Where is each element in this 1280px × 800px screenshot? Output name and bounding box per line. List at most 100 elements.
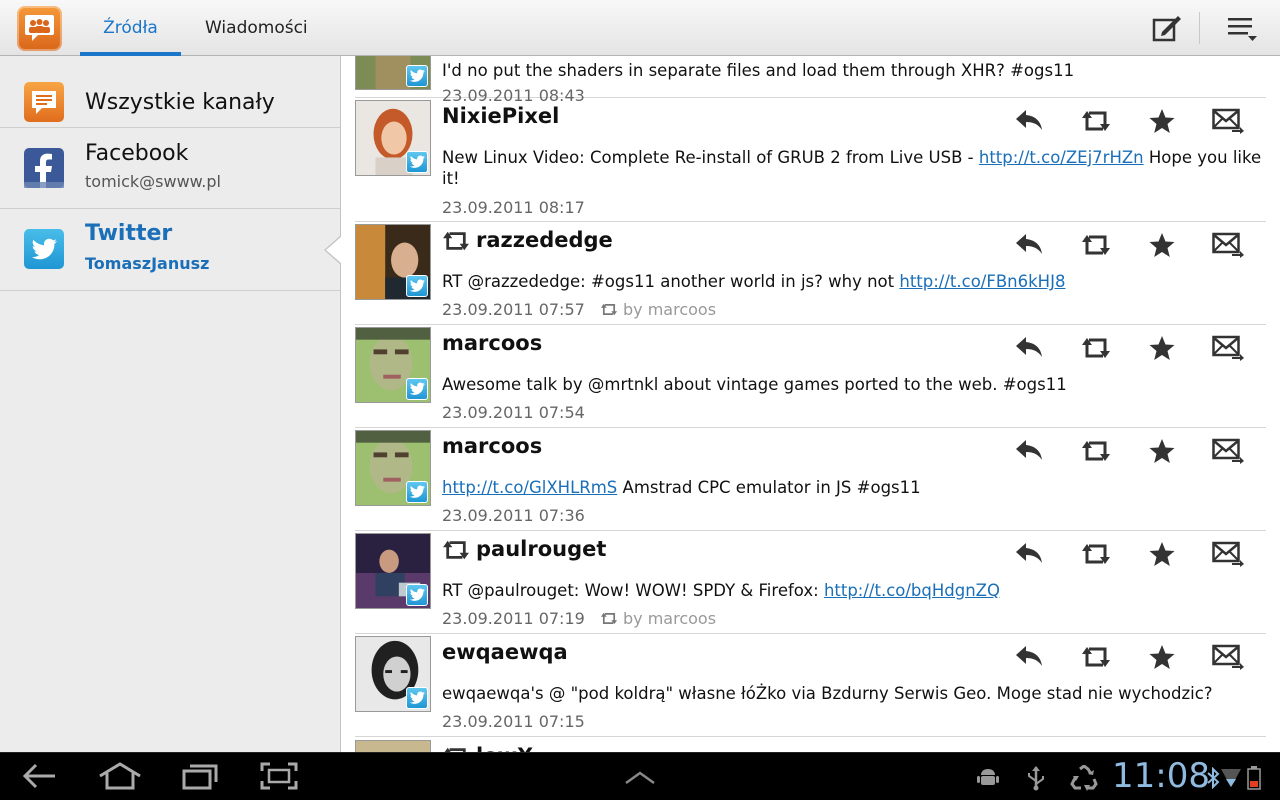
favorite-button[interactable] — [1142, 108, 1182, 140]
table-row[interactable]: I'd no put the shaders in separate files… — [355, 56, 1266, 105]
retweet-icon — [1082, 544, 1110, 564]
selection-arrow — [324, 235, 342, 265]
sidebar-item-twitter[interactable]: Twitter TomaszJanusz — [0, 209, 340, 291]
reply-button[interactable] — [1009, 108, 1049, 140]
table-row[interactable]: paulrouget RT @paulrouget: Wow! WOW! SPD… — [355, 531, 1266, 634]
retweet-icon — [1082, 441, 1110, 461]
favorite-button[interactable] — [1142, 438, 1182, 470]
recent-apps-button[interactable] — [170, 761, 230, 795]
tweet-link[interactable]: http://t.co/FBn6kHJ8 — [899, 272, 1065, 291]
favorite-icon — [1149, 645, 1175, 669]
favorite-icon — [1149, 233, 1175, 257]
tweet-link[interactable]: http://t.co/ZEj7rHZn — [979, 148, 1144, 167]
facebook-icon — [24, 148, 64, 188]
expand-up-icon — [625, 771, 655, 785]
retweet-button[interactable] — [1076, 335, 1116, 367]
tweet-feed[interactable]: I'd no put the shaders in separate files… — [342, 56, 1280, 752]
favorite-button[interactable] — [1142, 335, 1182, 367]
direct-message-button[interactable] — [1208, 108, 1248, 140]
avatar[interactable] — [355, 740, 431, 752]
favorite-button[interactable] — [1142, 541, 1182, 573]
avatar[interactable] — [355, 224, 431, 300]
tweet-username[interactable]: marcoos — [442, 434, 542, 458]
retweet-icon — [1082, 111, 1110, 131]
table-row[interactable]: marcoos http://t.co/GlXHLRmS Amstrad CPC… — [355, 428, 1266, 531]
tweetdeck-app-icon[interactable] — [17, 6, 62, 51]
retweeted-by[interactable]: by marcoos — [623, 609, 716, 628]
reply-icon — [1016, 234, 1042, 254]
favorite-icon — [1149, 542, 1175, 566]
tab-sources[interactable]: Źródła — [80, 0, 181, 56]
compose-icon — [1152, 16, 1181, 42]
tweet-text: I'd no put the shaders in separate files… — [442, 61, 1075, 80]
reply-icon — [1016, 646, 1042, 666]
direct-message-button[interactable] — [1208, 644, 1248, 676]
reply-icon — [1016, 110, 1042, 130]
retweet-icon — [1082, 338, 1110, 358]
avatar[interactable] — [355, 430, 431, 506]
tweet-link[interactable]: http://t.co/GlXHLRmS — [442, 478, 617, 497]
back-button[interactable] — [10, 761, 70, 795]
direct-message-button[interactable] — [1208, 438, 1248, 470]
sidebar-item-facebook[interactable]: Facebook tomick@swww.pl — [0, 128, 340, 209]
tweet-link[interactable]: http://t.co/bqHdgnZQ — [824, 581, 1000, 600]
tweet-username[interactable]: razzededge — [476, 228, 613, 252]
retweet-button[interactable] — [1076, 438, 1116, 470]
overflow-menu-icon — [1228, 18, 1257, 41]
direct-message-button[interactable] — [1208, 541, 1248, 573]
retweet-button[interactable] — [1076, 541, 1116, 573]
direct-message-button[interactable] — [1208, 232, 1248, 264]
retweet-button[interactable] — [1076, 108, 1116, 140]
avatar[interactable] — [355, 100, 431, 176]
screenshot-button[interactable] — [249, 761, 309, 795]
compose-button[interactable] — [1136, 6, 1196, 50]
tweet-text: New Linux Video: Complete Re-install of … — [442, 148, 1262, 188]
table-row[interactable]: lowX... — [355, 738, 1266, 752]
tweet-timestamp: 23.09.2011 07:57 — [442, 300, 585, 319]
favorite-button[interactable] — [1142, 232, 1182, 264]
tweet-username[interactable]: paulrouget — [476, 537, 606, 561]
avatar[interactable] — [355, 56, 431, 90]
clock[interactable]: 11:08 — [1112, 756, 1210, 796]
table-row[interactable]: marcoos Awesome talk by @mrtnkl about vi… — [355, 325, 1266, 428]
reply-button[interactable] — [1009, 335, 1049, 367]
twitter-badge-icon — [406, 481, 428, 503]
direct-message-button[interactable] — [1208, 335, 1248, 367]
tweet-username[interactable]: marcoos — [442, 331, 542, 355]
table-row[interactable]: ewqaewqa ewqaewqa's @ "pod koldrą" własn… — [355, 634, 1266, 737]
expand-notifications-button[interactable] — [610, 761, 670, 795]
reply-button[interactable] — [1009, 644, 1049, 676]
avatar[interactable] — [355, 533, 431, 609]
sidebar-item-label: Wszystkie kanały — [85, 90, 275, 115]
retweet-button[interactable] — [1076, 232, 1116, 264]
usb-icon — [1028, 766, 1044, 791]
reply-button[interactable] — [1009, 541, 1049, 573]
direct-message-icon — [1212, 438, 1244, 464]
sidebar-item-all-channels[interactable]: Wszystkie kanały — [0, 76, 340, 128]
favorite-button[interactable] — [1142, 644, 1182, 676]
direct-message-icon — [1212, 541, 1244, 567]
reply-button[interactable] — [1009, 438, 1049, 470]
tab-messages[interactable]: Wiadomości — [205, 0, 308, 56]
action-bar-divider — [1199, 12, 1200, 44]
all-channels-icon — [24, 82, 64, 122]
tweet-username[interactable]: lowX... — [476, 744, 557, 752]
sidebar-item-account: tomick@swww.pl — [85, 172, 221, 191]
twitter-badge-icon — [406, 378, 428, 400]
avatar[interactable] — [355, 636, 431, 712]
tweet-username[interactable]: ewqaewqa — [442, 640, 568, 664]
menu-button[interactable] — [1210, 6, 1270, 50]
tweet-username[interactable]: NixiePixel — [442, 104, 559, 128]
direct-message-icon — [1212, 335, 1244, 361]
avatar[interactable] — [355, 327, 431, 403]
table-row[interactable]: NixiePixel New Linux Video: Complete Re-… — [355, 98, 1266, 222]
retweeted-by[interactable]: by marcoos — [623, 300, 716, 319]
retweet-button[interactable] — [1076, 644, 1116, 676]
twitter-badge-icon — [406, 584, 428, 606]
table-row[interactable]: razzededge RT @razzededge: #ogs11 anothe… — [355, 222, 1266, 325]
tweet-timestamp: 23.09.2011 08:17 — [442, 198, 585, 217]
direct-message-icon — [1212, 232, 1244, 258]
reply-button[interactable] — [1009, 232, 1049, 264]
android-debug-icon — [977, 769, 999, 785]
home-button[interactable] — [90, 761, 150, 795]
